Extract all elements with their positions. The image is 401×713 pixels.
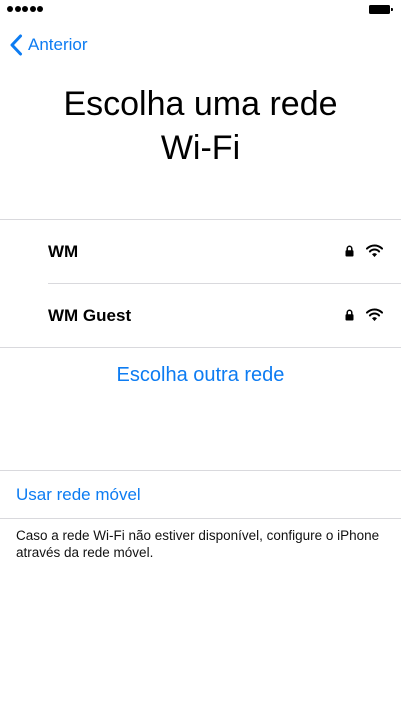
- network-row-wm-guest[interactable]: WM Guest: [0, 284, 401, 347]
- lock-icon: [345, 309, 354, 321]
- page-title: Escolha uma rede Wi-Fi: [0, 82, 401, 170]
- page-title-text: Escolha uma rede Wi-Fi: [63, 85, 338, 167]
- status-bar: [0, 0, 401, 20]
- wifi-icon: [366, 244, 383, 257]
- lock-icon: [345, 245, 354, 257]
- divider: [0, 518, 401, 519]
- divider: [0, 347, 401, 348]
- network-name: WM: [48, 242, 79, 261]
- cellular-note: Caso a rede Wi-Fi não estiver disponível…: [16, 528, 380, 560]
- use-cellular-link[interactable]: Usar rede móvel: [16, 484, 141, 506]
- battery-icon: [369, 5, 393, 14]
- divider: [0, 470, 401, 471]
- choose-other-network-button[interactable]: Escolha outra rede: [0, 361, 401, 389]
- back-button[interactable]: Anterior: [9, 33, 88, 57]
- wifi-icon: [366, 308, 383, 321]
- chevron-left-icon: [10, 34, 22, 56]
- signal-strength-icon: [7, 6, 43, 12]
- network-name: WM Guest: [48, 306, 132, 325]
- back-button-label: Anterior: [28, 35, 88, 54]
- network-row-wm[interactable]: WM: [0, 220, 401, 283]
